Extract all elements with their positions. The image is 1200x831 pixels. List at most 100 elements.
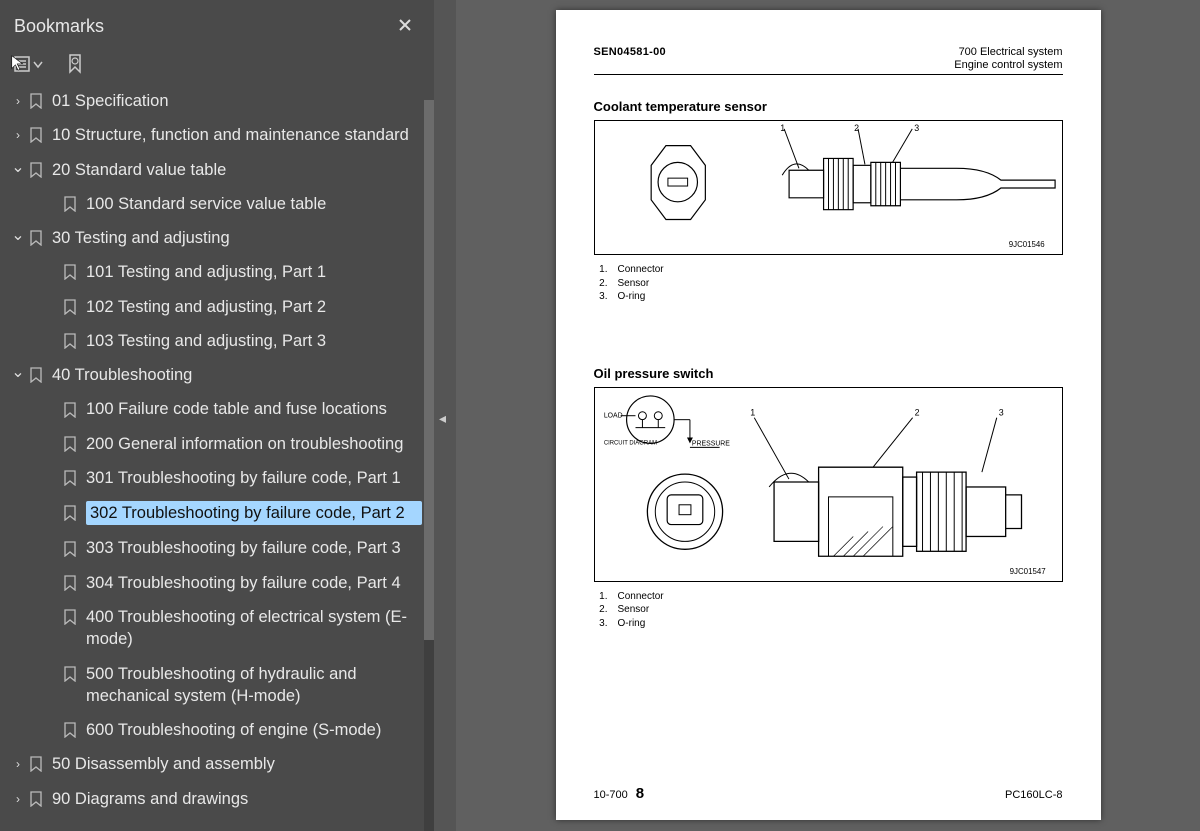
legend-number: 3. bbox=[594, 290, 608, 304]
svg-text:9JC01547: 9JC01547 bbox=[1009, 567, 1045, 576]
doc-id: SEN04581-00 bbox=[594, 46, 666, 71]
outline-options-icon[interactable] bbox=[14, 55, 44, 73]
bookmark-label: 302 Troubleshooting by failure code, Par… bbox=[86, 501, 422, 525]
svg-text:CIRCUIT DIAGRAM: CIRCUIT DIAGRAM bbox=[603, 440, 656, 446]
bookmark-label: 50 Disassembly and assembly bbox=[52, 753, 422, 775]
legend-row: 3. O-ring bbox=[594, 617, 1063, 631]
bookmark-item[interactable]: 102 Testing and adjusting, Part 2 bbox=[0, 290, 428, 324]
doc-section-header: 700 Electrical system Engine control sys… bbox=[954, 46, 1062, 71]
svg-text:PRESSURE: PRESSURE bbox=[691, 440, 729, 447]
diagram-2: LOAD CIRCUIT DIAGRAM PRESSURE bbox=[594, 387, 1063, 582]
bookmark-item[interactable]: ⌄ 20 Standard value table bbox=[0, 153, 428, 187]
bookmark-label: 100 Standard service value table bbox=[86, 193, 422, 215]
legend-1: 1.Connector2. Sensor 3. O-ring bbox=[594, 263, 1063, 304]
footer-page-num: 8 bbox=[636, 785, 644, 802]
bookmark-item[interactable]: ⌄40 Troubleshooting bbox=[0, 358, 428, 392]
bookmark-icon bbox=[60, 264, 80, 280]
bookmark-icon bbox=[26, 162, 46, 178]
bookmark-label: 20 Standard value table bbox=[52, 159, 422, 181]
bookmark-item[interactable]: 600 Troubleshooting of engine (S-mode) bbox=[0, 713, 428, 747]
svg-text:3: 3 bbox=[998, 407, 1003, 417]
close-icon[interactable] bbox=[390, 12, 420, 41]
bookmark-item[interactable]: 100 Failure code table and fuse location… bbox=[0, 392, 428, 426]
legend-number: 2. bbox=[594, 603, 608, 617]
footer-model: PC160LC-8 bbox=[1005, 789, 1062, 801]
bookmark-label: 500 Troubleshooting of hydraulic and mec… bbox=[86, 663, 422, 708]
legend-text: Sensor bbox=[618, 277, 650, 291]
svg-text:3: 3 bbox=[914, 123, 919, 133]
bookmark-label: 01 Specification bbox=[52, 90, 422, 112]
legend-row: 2. Sensor bbox=[594, 603, 1063, 617]
legend-text: O-ring bbox=[618, 617, 646, 631]
legend-number: 3. bbox=[594, 617, 608, 631]
document-header: SEN04581-00 700 Electrical system Engine… bbox=[594, 46, 1063, 75]
oil-pressure-svg: LOAD CIRCUIT DIAGRAM PRESSURE bbox=[595, 388, 1062, 581]
pdf-page: SEN04581-00 700 Electrical system Engine… bbox=[556, 10, 1101, 820]
bookmark-icon bbox=[26, 791, 46, 807]
chevron-right-icon[interactable]: › bbox=[10, 756, 26, 772]
bookmark-item[interactable]: 302 Troubleshooting by failure code, Par… bbox=[0, 495, 428, 531]
legend-row: 2. Sensor bbox=[594, 277, 1063, 291]
bookmark-label: 600 Troubleshooting of engine (S-mode) bbox=[86, 719, 422, 741]
bookmark-ribbon-icon[interactable] bbox=[66, 54, 84, 74]
scrollbar[interactable] bbox=[424, 100, 434, 831]
bookmark-item[interactable]: 200 General information on troubleshooti… bbox=[0, 427, 428, 461]
collapse-handle[interactable]: ◂ bbox=[434, 0, 456, 831]
bookmark-item[interactable]: 101 Testing and adjusting, Part 1 bbox=[0, 255, 428, 289]
bookmark-item[interactable]: 500 Troubleshooting of hydraulic and mec… bbox=[0, 657, 428, 714]
document-area[interactable]: SEN04581-00 700 Electrical system Engine… bbox=[456, 0, 1200, 831]
bookmark-icon bbox=[26, 93, 46, 109]
svg-text:9JC01546: 9JC01546 bbox=[1008, 240, 1045, 249]
diagram-1: 1 2 3 9JC01546 bbox=[594, 120, 1063, 255]
bookmark-label: 301 Troubleshooting by failure code, Par… bbox=[86, 467, 422, 489]
bookmark-label: 304 Troubleshooting by failure code, Par… bbox=[86, 572, 422, 594]
bookmark-item[interactable]: 303 Troubleshooting by failure code, Par… bbox=[0, 531, 428, 565]
section1-title: Coolant temperature sensor bbox=[594, 99, 1063, 114]
bookmark-item[interactable]: 103 Testing and adjusting, Part 3 bbox=[0, 324, 428, 358]
section2-title: Oil pressure switch bbox=[594, 366, 1063, 381]
bookmark-label: 100 Failure code table and fuse location… bbox=[86, 398, 422, 420]
legend-number: 2. bbox=[594, 277, 608, 291]
bookmark-icon bbox=[60, 722, 80, 738]
legend-text: Sensor bbox=[618, 603, 650, 617]
scroll-thumb[interactable] bbox=[424, 100, 434, 640]
legend-number: 1. bbox=[594, 590, 608, 604]
chevron-right-icon[interactable]: › bbox=[10, 127, 26, 143]
bookmark-list[interactable]: › 01 Specification ›10 Structure, function… bbox=[0, 84, 434, 831]
bookmark-icon bbox=[60, 436, 80, 452]
bookmark-icon bbox=[60, 470, 80, 486]
svg-text:2: 2 bbox=[854, 123, 859, 133]
legend-row: 1.Connector bbox=[594, 590, 1063, 604]
chevron-right-icon[interactable]: › bbox=[10, 93, 26, 109]
bookmark-item[interactable]: 100 Standard service value table bbox=[0, 187, 428, 221]
legend-row: 1.Connector bbox=[594, 263, 1063, 277]
bookmark-icon bbox=[60, 505, 80, 521]
bookmark-item[interactable]: ›90 Diagrams and drawings bbox=[0, 782, 428, 816]
chevron-down-icon[interactable]: ⌄ bbox=[10, 157, 26, 179]
doc-header-right-2: Engine control system bbox=[954, 59, 1062, 72]
sidebar-title: Bookmarks bbox=[14, 16, 104, 37]
bookmark-item[interactable]: ⌄30 Testing and adjusting bbox=[0, 221, 428, 255]
bookmark-label: 101 Testing and adjusting, Part 1 bbox=[86, 261, 422, 283]
bookmark-label: 103 Testing and adjusting, Part 3 bbox=[86, 330, 422, 352]
chevron-down-icon[interactable]: ⌄ bbox=[10, 362, 26, 384]
bookmark-icon bbox=[60, 196, 80, 212]
bookmark-item[interactable]: › 50 Disassembly and assembly bbox=[0, 747, 428, 781]
bookmark-label: 200 General information on troubleshooti… bbox=[86, 433, 422, 455]
svg-text:2: 2 bbox=[914, 407, 919, 417]
bookmark-label: 400 Troubleshooting of electrical system… bbox=[86, 606, 422, 651]
bookmark-icon bbox=[60, 575, 80, 591]
legend-text: O-ring bbox=[618, 290, 646, 304]
chevron-down-icon[interactable]: ⌄ bbox=[10, 225, 26, 247]
coolant-sensor-svg: 1 2 3 9JC01546 bbox=[595, 121, 1062, 254]
bookmark-item[interactable]: 301 Troubleshooting by failure code, Par… bbox=[0, 461, 428, 495]
bookmark-item[interactable]: 400 Troubleshooting of electrical system… bbox=[0, 600, 428, 657]
bookmark-label: 102 Testing and adjusting, Part 2 bbox=[86, 296, 422, 318]
bookmark-item[interactable]: 304 Troubleshooting by failure code, Par… bbox=[0, 566, 428, 600]
bookmark-icon bbox=[60, 666, 80, 682]
bookmark-item[interactable]: › 01 Specification bbox=[0, 84, 428, 118]
bookmarks-panel: Bookmarks › 01 Specification ›10 Structure… bbox=[0, 0, 434, 831]
bookmark-item[interactable]: ›10 Structure, function and maintenance … bbox=[0, 118, 428, 152]
legend-row: 3. O-ring bbox=[594, 290, 1063, 304]
chevron-right-icon[interactable]: › bbox=[10, 791, 26, 807]
